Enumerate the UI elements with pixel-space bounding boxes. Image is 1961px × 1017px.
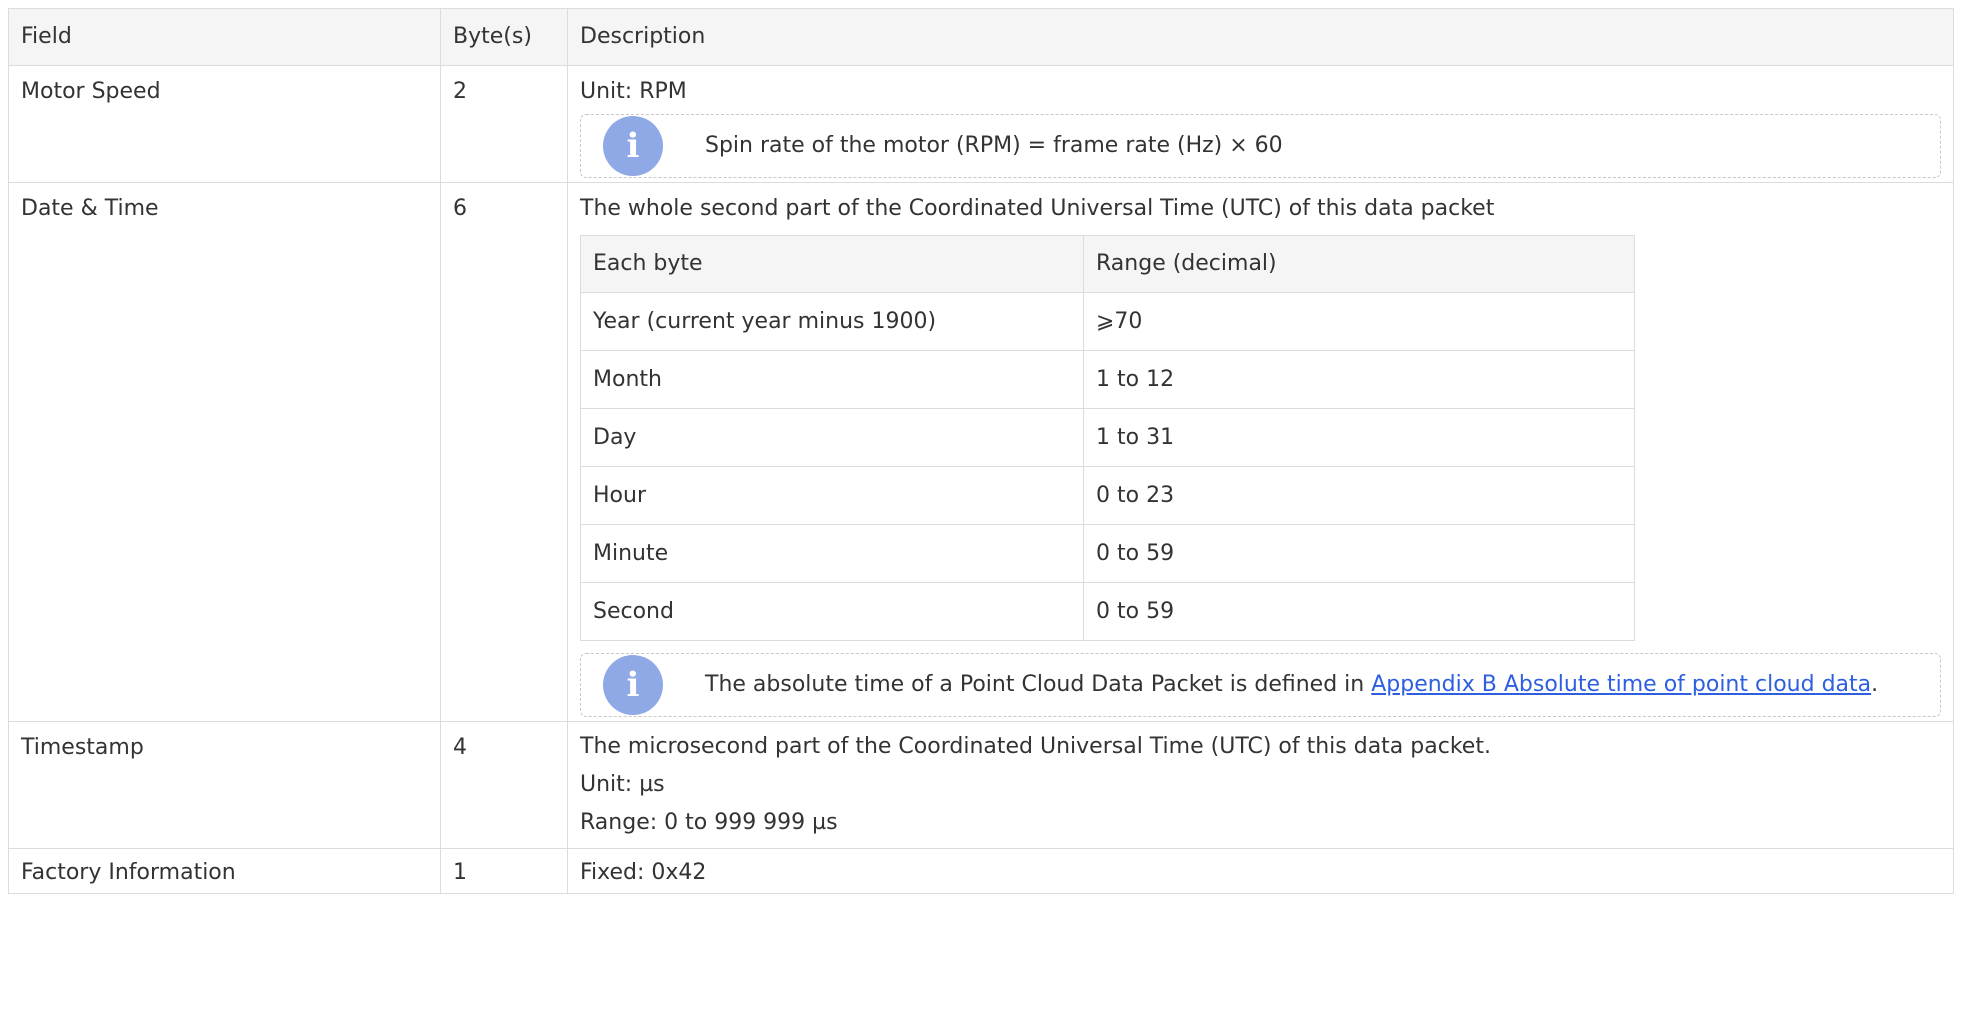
description-cell: Unit: RPM i Spin rate of the motor (RPM)… [567, 65, 1954, 183]
description-range: Range: 0 to 999 999 µs [580, 810, 838, 835]
packet-field-table: Field Byte(s) Description Motor Speed 2 … [8, 8, 1954, 894]
table-row: Motor Speed 2 Unit: RPM i Spin rate of t… [8, 65, 1954, 183]
table-header-row: Field Byte(s) Description [8, 8, 1954, 66]
subtable-cell: 1 to 12 [1083, 350, 1635, 409]
subtable-cell: 0 to 59 [1083, 524, 1635, 583]
bytes-cell: 1 [440, 848, 568, 894]
subtable-cell: Year (current year minus 1900) [580, 292, 1084, 351]
note-text-suffix: . [1871, 672, 1879, 697]
description-text: Fixed: 0x42 [580, 860, 707, 885]
description-text: The whole second part of the Coordinated… [580, 196, 1495, 221]
table-row: Timestamp 4 The microsecond part of the … [8, 721, 1954, 849]
subtable-row: Minute 0 to 59 [580, 524, 1635, 583]
subtable-row: Day 1 to 31 [580, 408, 1635, 467]
info-note: i The absolute time of a Point Cloud Dat… [580, 653, 1941, 717]
subtable-row: Year (current year minus 1900) ⩾70 [580, 292, 1635, 351]
header-field: Field [8, 8, 441, 66]
field-cell: Date & Time [8, 182, 441, 722]
table-row: Date & Time 6 The whole second part of t… [8, 182, 1954, 722]
bytes-cell: 4 [440, 721, 568, 849]
document-page: Field Byte(s) Description Motor Speed 2 … [0, 0, 1961, 1017]
appendix-b-link[interactable]: Appendix B Absolute time of point cloud … [1371, 672, 1871, 697]
description-cell: The microsecond part of the Coordinated … [567, 721, 1954, 849]
info-icon: i [603, 116, 663, 176]
field-cell: Motor Speed [8, 65, 441, 183]
note-text: The absolute time of a Point Cloud Data … [705, 672, 1372, 697]
note-text: Spin rate of the motor (RPM) = frame rat… [705, 133, 1283, 158]
subtable-cell: 0 to 59 [1083, 582, 1635, 641]
subtable-row: Hour 0 to 23 [580, 466, 1635, 525]
subtable-cell: Minute [580, 524, 1084, 583]
date-time-byte-table: Each byte Range (decimal) Year (current … [580, 235, 1635, 641]
subtable-cell: Hour [580, 466, 1084, 525]
subtable-cell: 0 to 23 [1083, 466, 1635, 525]
subtable-cell: ⩾70 [1083, 292, 1635, 351]
subtable-cell: Second [580, 582, 1084, 641]
header-bytes: Byte(s) [440, 8, 568, 66]
description-text: Unit: RPM [580, 79, 687, 104]
subtable-header-byte: Each byte [580, 235, 1084, 293]
subtable-header-range: Range (decimal) [1083, 235, 1635, 293]
field-cell: Factory Information [8, 848, 441, 894]
description-unit: Unit: µs [580, 772, 665, 797]
subtable-cell: Month [580, 350, 1084, 409]
bytes-cell: 6 [440, 182, 568, 722]
table-row: Factory Information 1 Fixed: 0x42 [8, 848, 1954, 894]
header-description: Description [567, 8, 1954, 66]
description-cell: The whole second part of the Coordinated… [567, 182, 1954, 722]
bytes-cell: 2 [440, 65, 568, 183]
description-text: The microsecond part of the Coordinated … [580, 734, 1491, 759]
subtable-cell: 1 to 31 [1083, 408, 1635, 467]
subtable-row: Second 0 to 59 [580, 582, 1635, 641]
info-icon: i [603, 655, 663, 715]
description-cell: Fixed: 0x42 [567, 848, 1954, 894]
info-note: i Spin rate of the motor (RPM) = frame r… [580, 114, 1941, 178]
subtable-row: Month 1 to 12 [580, 350, 1635, 409]
subtable-cell: Day [580, 408, 1084, 467]
subtable-header-row: Each byte Range (decimal) [580, 235, 1635, 293]
field-cell: Timestamp [8, 721, 441, 849]
